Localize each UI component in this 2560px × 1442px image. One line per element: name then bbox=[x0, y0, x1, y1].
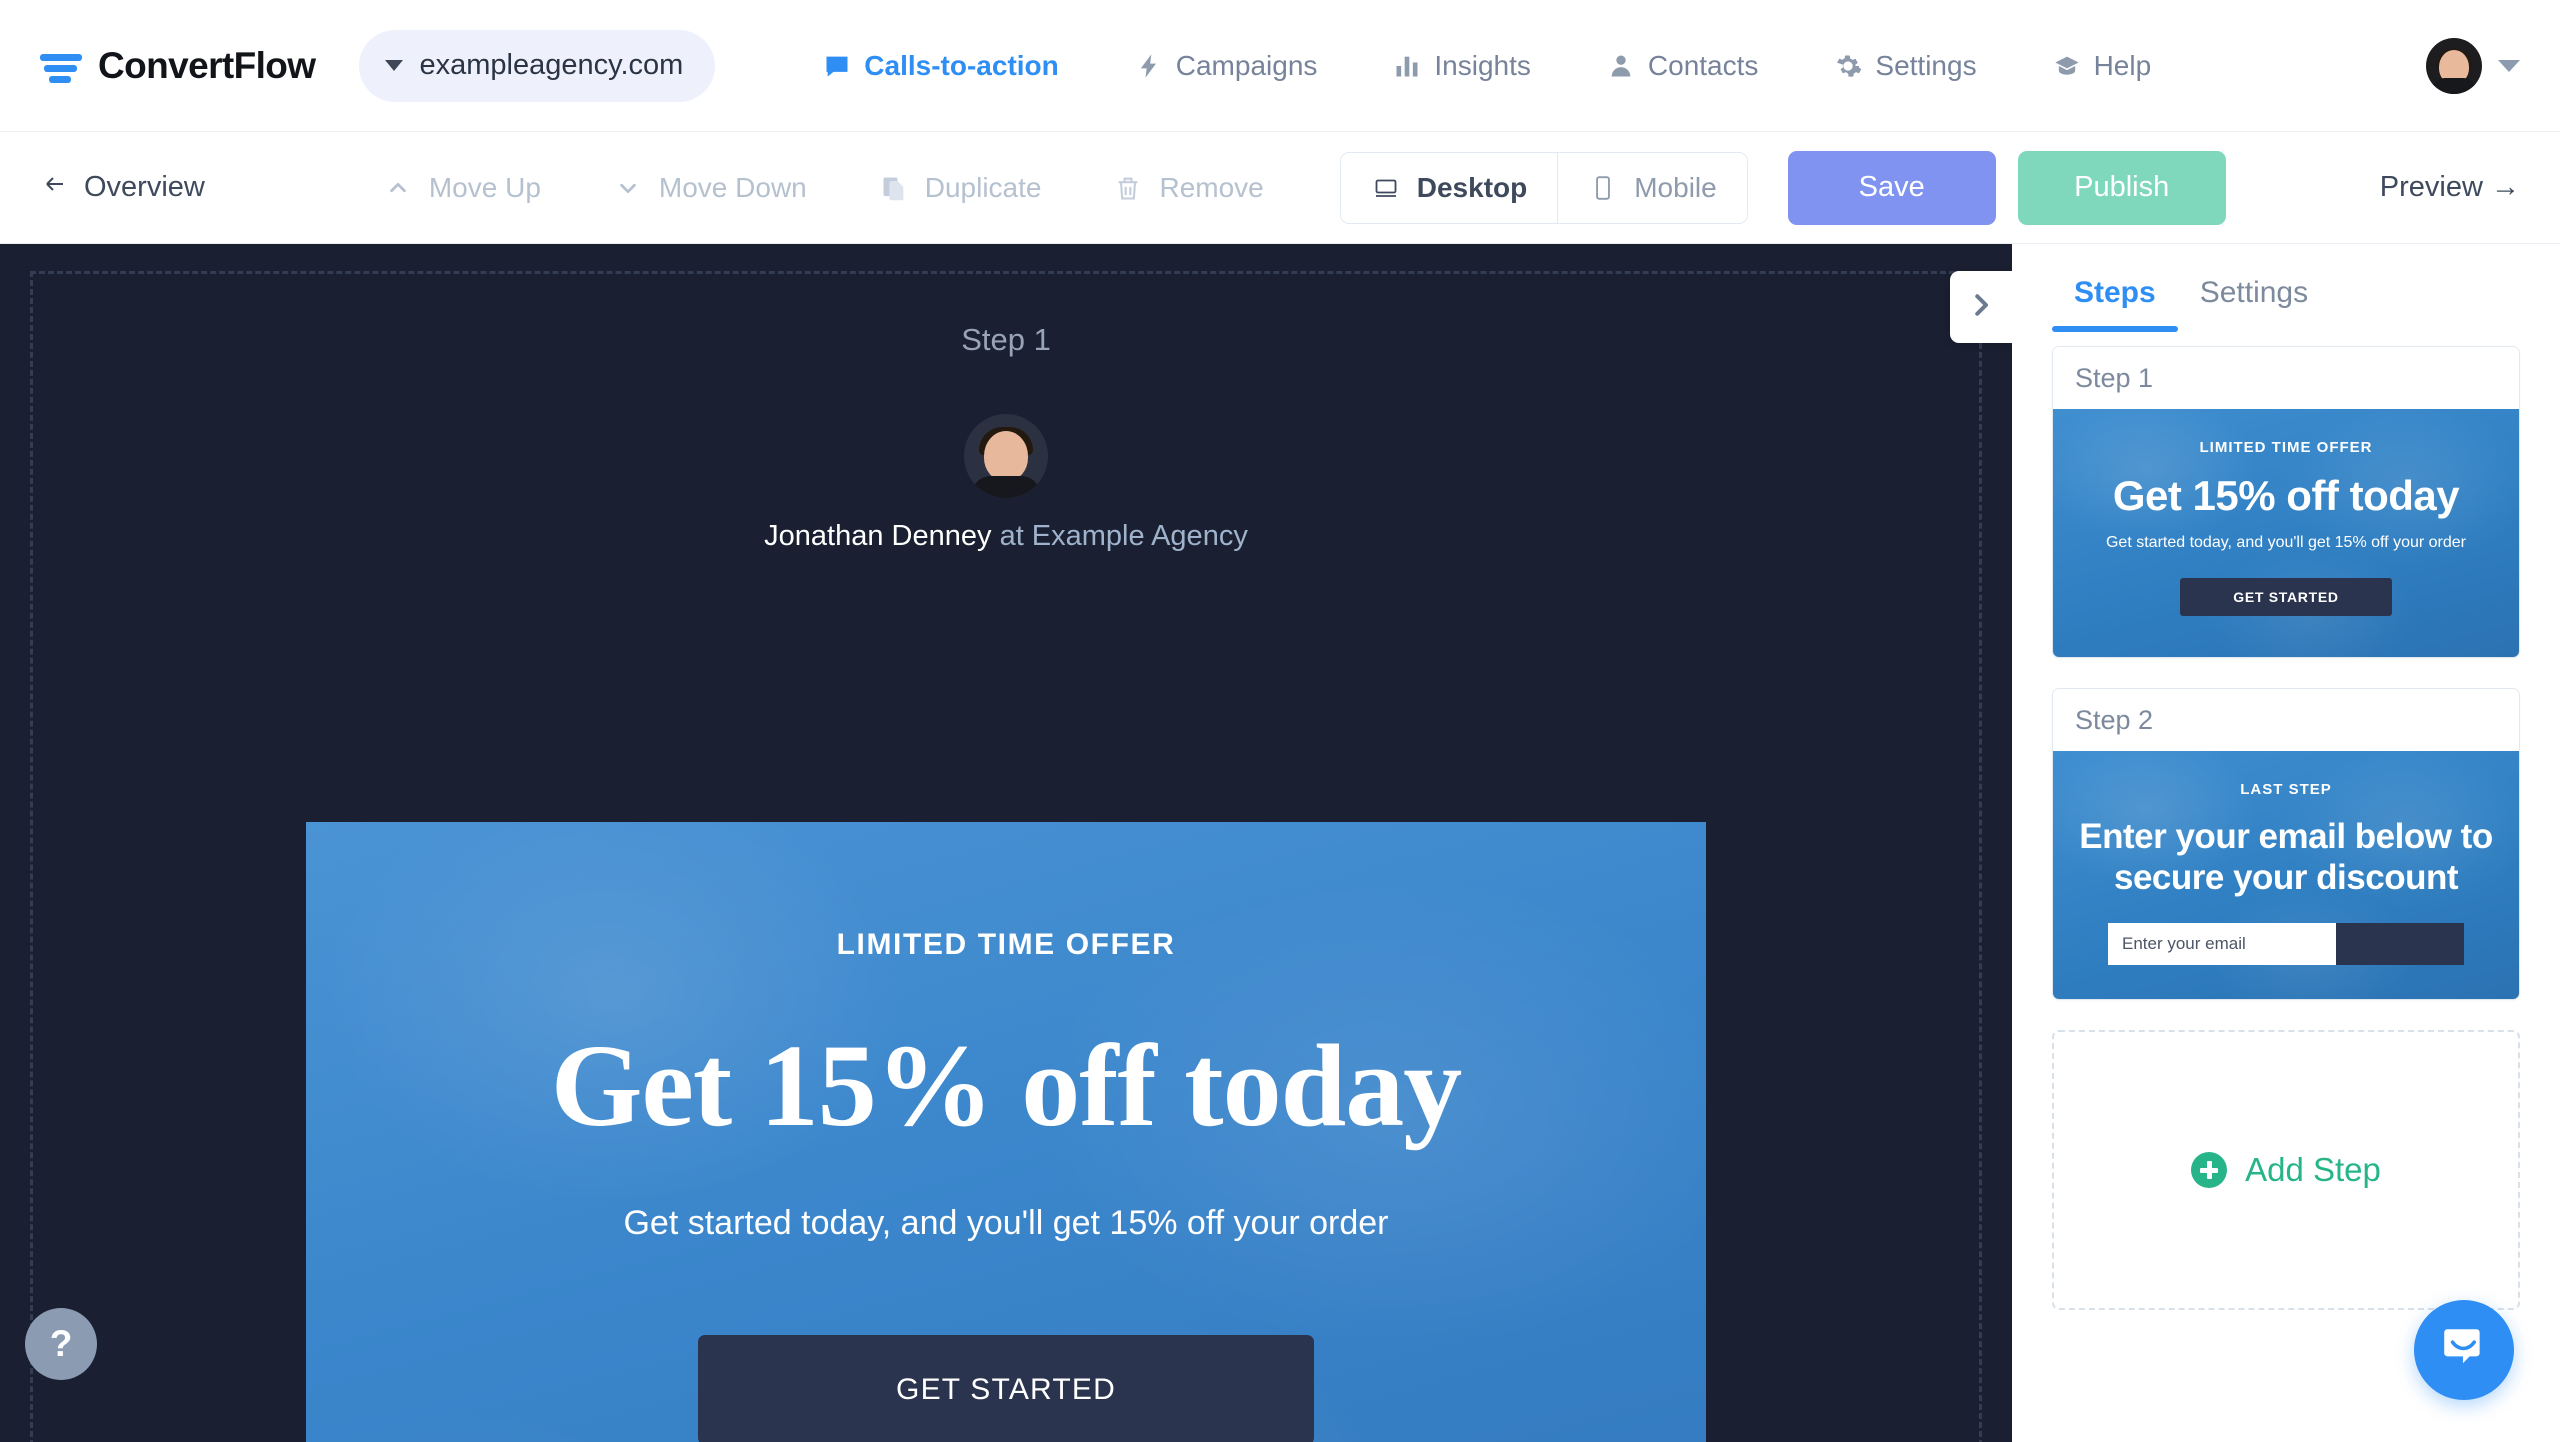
chevron-right-icon bbox=[1966, 290, 1996, 325]
nav-label: Calls-to-action bbox=[864, 49, 1059, 81]
nav-item-settings[interactable]: Settings bbox=[1796, 50, 2014, 82]
cta-get-started-button[interactable]: GET STARTED bbox=[698, 1334, 1314, 1442]
chevron-down-icon bbox=[613, 173, 643, 203]
site-selector[interactable]: exampleagency.com bbox=[359, 29, 716, 102]
thumb-eyebrow: LIMITED TIME OFFER bbox=[2199, 439, 2373, 456]
intercom-chat-icon bbox=[2439, 1323, 2489, 1378]
thumb-cta-button: GET STARTED bbox=[2180, 578, 2392, 617]
person-icon bbox=[1607, 52, 1635, 80]
panel-content: Step 1 LIMITED TIME OFFER Get 15% off to… bbox=[2012, 332, 2560, 1310]
back-to-overview-button[interactable]: Overview bbox=[40, 171, 205, 204]
lightning-bolt-icon bbox=[1135, 52, 1163, 80]
device-toggle-group: Desktop Mobile bbox=[1339, 151, 1748, 224]
device-mobile-label: Mobile bbox=[1634, 171, 1717, 203]
preview-link[interactable]: Preview → bbox=[2380, 171, 2520, 204]
copy-icon bbox=[879, 173, 909, 203]
help-button[interactable]: ? bbox=[25, 1308, 97, 1380]
thumb-email-input: Enter your email bbox=[2108, 922, 2336, 965]
step-thumbnail-1: LIMITED TIME OFFER Get 15% off today Get… bbox=[2053, 409, 2519, 657]
phone-icon bbox=[1588, 173, 1618, 203]
thumb-headline: Enter your email below to secure your di… bbox=[2079, 817, 2493, 898]
intercom-chat-button[interactable] bbox=[2414, 1300, 2514, 1400]
panel-tab-bar: Steps Settings bbox=[2012, 244, 2560, 332]
cta-preview-card[interactable]: LIMITED TIME OFFER Get 15% off today Get… bbox=[306, 822, 1706, 1442]
nav-label: Campaigns bbox=[1175, 49, 1318, 81]
arrow-left-icon bbox=[40, 171, 70, 204]
main-area: Step 1 Jonathan Denney at Example Agency… bbox=[0, 244, 2560, 1442]
nav-item-help[interactable]: Help bbox=[2015, 50, 2190, 82]
duplicate-button[interactable]: Duplicate bbox=[843, 172, 1078, 204]
chevron-down-icon bbox=[2498, 59, 2520, 72]
persona-org-text: at Example Agency bbox=[999, 520, 1248, 552]
step-card-title: Step 2 bbox=[2053, 689, 2519, 751]
site-domain-label: exampleagency.com bbox=[419, 49, 684, 81]
cta-subheadline: Get started today, and you'll get 15% of… bbox=[623, 1203, 1389, 1242]
bar-chart-icon bbox=[1393, 52, 1421, 80]
move-down-label: Move Down bbox=[658, 171, 807, 203]
persona-avatar bbox=[964, 414, 1048, 498]
panel-collapse-toggle[interactable] bbox=[1950, 271, 2012, 343]
persona-block: Jonathan Denney at Example Agency bbox=[0, 414, 2012, 553]
canvas-step-label: Step 1 bbox=[961, 322, 1051, 357]
step-thumbnail-2: LAST STEP Enter your email below to secu… bbox=[2053, 751, 2519, 999]
toolbar-actions: Move Up Move Down Duplicate Remove bbox=[347, 172, 1300, 204]
cta-headline: Get 15% off today bbox=[550, 1020, 1462, 1151]
device-mobile-button[interactable]: Mobile bbox=[1557, 152, 1747, 223]
move-up-label: Move Up bbox=[428, 171, 541, 203]
nav-label: Settings bbox=[1875, 49, 1977, 81]
thumb-headline: Get 15% off today bbox=[2112, 472, 2460, 519]
add-step-button[interactable]: Add Step bbox=[2052, 1030, 2520, 1310]
persona-name: Jonathan Denney at Example Agency bbox=[764, 520, 1248, 553]
overview-label: Overview bbox=[84, 171, 205, 203]
editor-canvas: Step 1 Jonathan Denney at Example Agency… bbox=[0, 244, 2012, 1442]
thumb-submit-button bbox=[2336, 922, 2464, 965]
remove-label: Remove bbox=[1159, 171, 1264, 203]
tab-steps[interactable]: Steps bbox=[2052, 276, 2178, 332]
nav-item-contacts[interactable]: Contacts bbox=[1569, 50, 1797, 82]
chevron-up-icon bbox=[383, 173, 413, 203]
gear-icon bbox=[1834, 52, 1862, 80]
speech-bubble-icon bbox=[823, 52, 851, 80]
nav-item-campaigns[interactable]: Campaigns bbox=[1097, 50, 1356, 82]
chevron-down-icon bbox=[385, 60, 404, 71]
primary-nav: Calls-to-action Campaigns Insights Conta… bbox=[785, 50, 2400, 82]
plus-circle-icon bbox=[2191, 1152, 2228, 1188]
save-button[interactable]: Save bbox=[1787, 150, 1996, 225]
move-up-button[interactable]: Move Up bbox=[347, 172, 577, 204]
brand-name: ConvertFlow bbox=[98, 44, 316, 86]
thumb-subheadline: Get started today, and you'll get 15% of… bbox=[2105, 534, 2466, 552]
device-desktop-button[interactable]: Desktop bbox=[1340, 152, 1558, 223]
graduation-cap-icon bbox=[2053, 52, 2081, 80]
convertflow-logo-icon bbox=[40, 46, 84, 86]
avatar bbox=[2426, 37, 2482, 94]
add-step-label: Add Step bbox=[2245, 1151, 2381, 1188]
monitor-icon bbox=[1371, 173, 1401, 203]
cta-eyebrow: LIMITED TIME OFFER bbox=[836, 928, 1176, 961]
nav-label: Help bbox=[2093, 49, 2152, 81]
move-down-button[interactable]: Move Down bbox=[577, 172, 843, 204]
account-menu[interactable] bbox=[2426, 37, 2520, 94]
nav-item-insights[interactable]: Insights bbox=[1355, 50, 1569, 82]
trash-icon bbox=[1113, 173, 1143, 203]
remove-button[interactable]: Remove bbox=[1077, 172, 1299, 204]
persona-name-text: Jonathan Denney bbox=[764, 520, 992, 552]
thumb-eyebrow: LAST STEP bbox=[2240, 781, 2332, 798]
nav-item-calls-to-action[interactable]: Calls-to-action bbox=[785, 50, 1096, 82]
nav-label: Contacts bbox=[1647, 49, 1759, 81]
editor-toolbar: Overview Move Up Move Down Duplicate Rem… bbox=[0, 132, 2560, 244]
right-panel: Steps Settings Step 1 LIMITED TIME OFFER… bbox=[2012, 244, 2560, 1442]
step-card-2[interactable]: Step 2 LAST STEP Enter your email below … bbox=[2052, 688, 2520, 1000]
nav-label: Insights bbox=[1434, 49, 1531, 81]
top-navigation-bar: ConvertFlow exampleagency.com Calls-to-a… bbox=[0, 0, 2560, 132]
device-desktop-label: Desktop bbox=[1416, 171, 1528, 203]
thumb-email-form: Enter your email bbox=[2108, 922, 2464, 965]
step-card-title: Step 1 bbox=[2053, 347, 2519, 409]
publish-button[interactable]: Publish bbox=[2017, 150, 2226, 225]
tab-settings[interactable]: Settings bbox=[2178, 276, 2330, 332]
step-card-1[interactable]: Step 1 LIMITED TIME OFFER Get 15% off to… bbox=[2052, 346, 2520, 658]
brand-logo[interactable]: ConvertFlow bbox=[40, 44, 316, 87]
duplicate-label: Duplicate bbox=[924, 171, 1042, 203]
